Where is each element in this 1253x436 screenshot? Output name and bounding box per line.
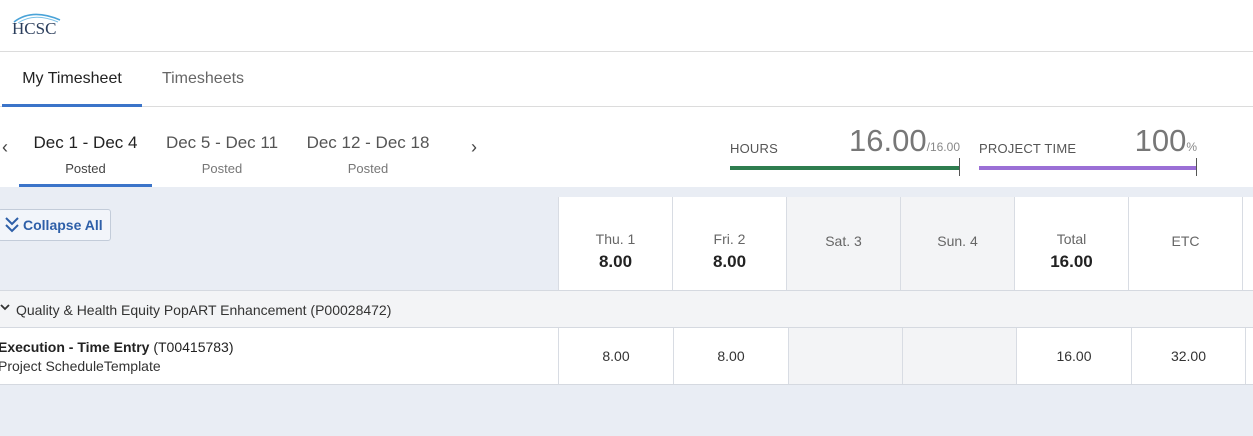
etc-label: ETC xyxy=(1171,233,1200,249)
chevron-down-icon[interactable] xyxy=(0,302,10,312)
project-time-progress-bar xyxy=(979,158,1197,176)
hcsc-logo[interactable]: HCSC xyxy=(10,10,62,40)
week-selector: ‹ Dec 1 - Dec 4 Posted Dec 5 - Dec 11 Po… xyxy=(0,107,1253,187)
hours-value: 16.00/16.00 xyxy=(849,123,960,159)
week-status: Posted xyxy=(65,161,106,176)
app-header: HCSC xyxy=(0,0,1253,52)
week-range: Dec 1 - Dec 4 xyxy=(33,133,138,152)
hours-metric: HOURS 16.00/16.00 xyxy=(730,117,960,176)
project-time-unit: % xyxy=(1186,140,1197,154)
day-label: Fri. 2 xyxy=(713,231,746,247)
hours-cell-overflow xyxy=(1245,328,1253,384)
day-hours: 8.00 xyxy=(598,252,633,271)
task-title: Execution - Time Entry (T00415783) xyxy=(0,339,234,355)
project-time-percent: 100 xyxy=(1134,123,1187,158)
project-time-label: PROJECT TIME xyxy=(979,141,1077,156)
hours-cell-sat[interactable] xyxy=(788,328,902,384)
collapse-all-label: Collapse All xyxy=(23,217,103,233)
week-tab-dec-12[interactable]: Dec 12 - Dec 18 Posted xyxy=(298,107,438,187)
hours-progress-fill xyxy=(730,166,960,170)
hours-cell-thu[interactable]: 8.00 xyxy=(558,328,673,384)
hours-cell-total: 16.00 xyxy=(1016,328,1131,384)
double-chevron-down-icon xyxy=(5,217,19,233)
previous-week-chevron-icon[interactable]: ‹ xyxy=(0,137,13,157)
tab-my-timesheet[interactable]: My Timesheet xyxy=(2,52,142,107)
hours-target: /16.00 xyxy=(926,140,960,154)
day-hours: 8.00 xyxy=(712,252,747,271)
task-template: Project ScheduleTemplate xyxy=(0,358,161,374)
logo-text: HCSC xyxy=(12,19,57,38)
project-time-target-marker xyxy=(1196,158,1197,176)
column-header-total: Total 16.00 xyxy=(1015,197,1129,290)
project-name: Quality & Health Equity PopART Enhanceme… xyxy=(16,302,392,318)
week-status: Posted xyxy=(347,161,389,176)
column-header-sat: Sat. 3 xyxy=(787,197,901,290)
hours-label: HOURS xyxy=(730,141,778,156)
total-label: Total xyxy=(1056,231,1087,247)
main-tabs: My Timesheet Timesheets xyxy=(0,52,1253,107)
hours-cell-sun[interactable] xyxy=(902,328,1016,384)
hours-cell-fri[interactable]: 8.00 xyxy=(673,328,788,384)
hours-total: 16.00 xyxy=(849,123,927,158)
week-range: Dec 5 - Dec 11 xyxy=(165,133,279,152)
hours-progress-bar xyxy=(730,158,960,176)
column-header-sun: Sun. 4 xyxy=(901,197,1015,290)
week-status: Posted xyxy=(201,161,243,176)
week-tab-dec-1[interactable]: Dec 1 - Dec 4 Posted xyxy=(19,107,152,187)
collapse-all-button[interactable]: Collapse All xyxy=(0,209,111,241)
column-header-etc: ETC xyxy=(1129,197,1243,290)
task-row: Execution - Time Entry (T00415783) Proje… xyxy=(0,328,1253,385)
hours-target-marker xyxy=(959,158,960,176)
project-time-metric: PROJECT TIME 100% xyxy=(979,117,1197,176)
hours-cell-etc[interactable]: 32.00 xyxy=(1131,328,1245,384)
project-time-value: 100% xyxy=(1135,123,1197,159)
column-header-thu: Thu. 1 8.00 xyxy=(558,197,673,290)
project-row[interactable]: Quality & Health Equity PopART Enhanceme… xyxy=(0,290,1253,328)
next-week-chevron-icon[interactable]: › xyxy=(466,137,482,157)
column-header-overflow xyxy=(1243,197,1253,290)
column-header-fri: Fri. 2 8.00 xyxy=(673,197,787,290)
tab-timesheets[interactable]: Timesheets xyxy=(142,52,264,106)
task-code: (T00415783) xyxy=(153,339,234,355)
day-label: Thu. 1 xyxy=(595,231,636,247)
timesheet-grid: Collapse All Thu. 1 8.00 Fri. 2 8.00 Sat… xyxy=(0,187,1253,436)
task-name: Execution - Time Entry xyxy=(0,339,150,355)
day-label: Sun. 4 xyxy=(937,233,978,249)
week-range: Dec 12 - Dec 18 xyxy=(306,133,430,152)
week-tab-dec-5[interactable]: Dec 5 - Dec 11 Posted xyxy=(156,107,288,187)
project-time-progress-fill xyxy=(979,166,1197,170)
total-hours: 16.00 xyxy=(1050,252,1093,271)
day-label: Sat. 3 xyxy=(825,233,862,249)
